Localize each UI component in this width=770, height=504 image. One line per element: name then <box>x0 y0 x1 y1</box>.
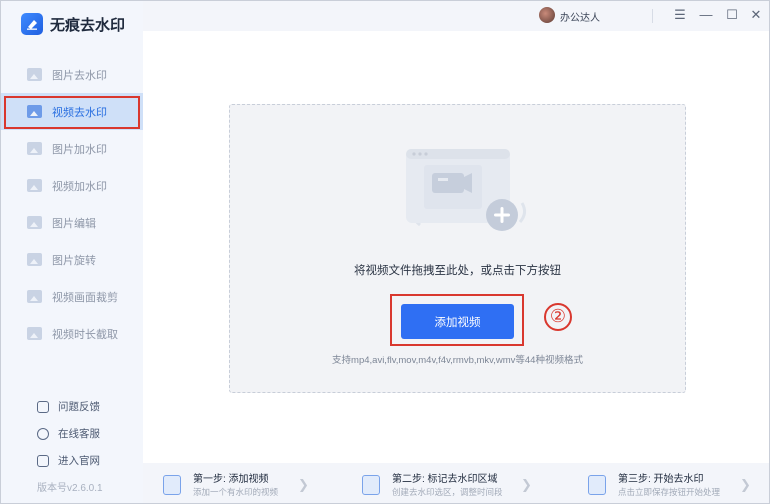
sidebar-item-label: 视频时长截取 <box>52 328 118 341</box>
sidebar-item-label: 视频画面裁剪 <box>52 291 118 304</box>
app-logo: 无痕去水印 <box>21 13 125 35</box>
add-video-button[interactable]: 添加视频 <box>401 304 514 339</box>
video-drop-zone[interactable]: 将视频文件拖拽至此处，或点击下方按钮 添加视频 支持mp4,avi,flv,mo… <box>229 104 686 393</box>
support-icon <box>37 427 49 440</box>
website-label: 进入官网 <box>58 455 100 467</box>
supported-formats-text: 支持mp4,avi,flv,mov,m4v,f4v,rmvb,mkv,wmv等4… <box>332 355 583 366</box>
step-desc: 点击立即保存按钮开始处理 <box>618 486 721 497</box>
video-upload-illustration-icon <box>406 149 527 231</box>
sidebar-item-label: 图片去水印 <box>52 69 107 82</box>
step-2: 第二步: 标记去水印区域 创建去水印选区，调整时间段 <box>362 471 503 499</box>
sidebar-item-video-crop[interactable]: 视频画面裁剪 <box>1 278 143 315</box>
step-title: 第三步: 开始去水印 <box>618 473 704 485</box>
mark-area-step-icon <box>362 475 380 495</box>
sidebar-item-image-edit[interactable]: 图片编辑 <box>1 204 143 241</box>
image-icon <box>27 68 42 81</box>
website-icon <box>37 454 49 467</box>
sidebar: 无痕去水印 图片去水印 视频去水印 图片加水印 视频加水印 图片编辑 图片旋转 … <box>1 1 143 503</box>
maximize-icon[interactable]: ☐ <box>721 5 743 25</box>
sidebar-item-image-remove-watermark[interactable]: 图片去水印 <box>1 56 143 93</box>
highlight-box-sidebar <box>4 96 140 129</box>
annotation-two: ② <box>544 303 572 331</box>
support-link[interactable]: 在线客服 <box>1 420 143 447</box>
step-3: 第三步: 开始去水印 点击立即保存按钮开始处理 <box>588 471 720 499</box>
image-icon <box>27 142 42 155</box>
divider <box>652 9 653 23</box>
minimize-icon[interactable]: — <box>695 5 717 25</box>
video-icon <box>27 179 42 192</box>
crop-icon <box>27 290 42 303</box>
sidebar-item-label: 视频加水印 <box>52 180 107 193</box>
eraser-logo-icon <box>21 13 43 35</box>
step-1: 第一步: 添加视频 添加一个有水印的视频 <box>163 471 278 499</box>
add-video-step-icon <box>163 475 181 495</box>
step-desc: 创建去水印选区，调整时间段 <box>392 486 503 497</box>
chevron-right-icon: ❯ <box>298 477 309 492</box>
close-icon[interactable]: ✕ <box>745 5 767 25</box>
version-label: 版本号v2.6.0.1 <box>37 483 103 494</box>
sidebar-item-image-add-watermark[interactable]: 图片加水印 <box>1 130 143 167</box>
steps-bar: 第一步: 添加视频 添加一个有水印的视频 ❯ 第二步: 标记去水印区域 创建去水… <box>143 467 769 503</box>
username[interactable]: 办公达人 <box>560 9 600 24</box>
sidebar-item-image-rotate[interactable]: 图片旋转 <box>1 241 143 278</box>
title-bar: 办公达人 ☰ — ☐ ✕ <box>143 1 769 31</box>
clip-icon <box>27 327 42 340</box>
sidebar-item-video-add-watermark[interactable]: 视频加水印 <box>1 167 143 204</box>
start-process-step-icon <box>588 475 606 495</box>
avatar[interactable] <box>539 7 555 23</box>
sidebar-bottom-links: 问题反馈 在线客服 进入官网 <box>1 393 143 474</box>
sidebar-item-label: 图片编辑 <box>52 217 96 230</box>
chevron-right-icon: ❯ <box>521 477 532 492</box>
main-panel: 将视频文件拖拽至此处，或点击下方按钮 添加视频 支持mp4,avi,flv,mo… <box>143 31 769 463</box>
step-desc: 添加一个有水印的视频 <box>193 486 279 497</box>
website-link[interactable]: 进入官网 <box>1 447 143 474</box>
feedback-link[interactable]: 问题反馈 <box>1 393 143 420</box>
sidebar-item-label: 图片旋转 <box>52 254 96 267</box>
menu-icon[interactable]: ☰ <box>669 5 691 25</box>
drop-hint-text: 将视频文件拖拽至此处，或点击下方按钮 <box>354 265 561 277</box>
sidebar-item-label: 图片加水印 <box>52 143 107 156</box>
chevron-right-icon: ❯ <box>740 477 751 492</box>
support-label: 在线客服 <box>58 428 100 440</box>
rotate-icon <box>27 253 42 266</box>
sidebar-item-video-clip[interactable]: 视频时长截取 <box>1 315 143 352</box>
app-window: 无痕去水印 图片去水印 视频去水印 图片加水印 视频加水印 图片编辑 图片旋转 … <box>0 0 770 504</box>
feedback-label: 问题反馈 <box>58 401 100 413</box>
step-title: 第二步: 标记去水印区域 <box>392 473 498 485</box>
app-name: 无痕去水印 <box>50 16 126 34</box>
image-edit-icon <box>27 216 42 229</box>
step-title: 第一步: 添加视频 <box>193 473 269 485</box>
feedback-icon <box>37 400 49 413</box>
